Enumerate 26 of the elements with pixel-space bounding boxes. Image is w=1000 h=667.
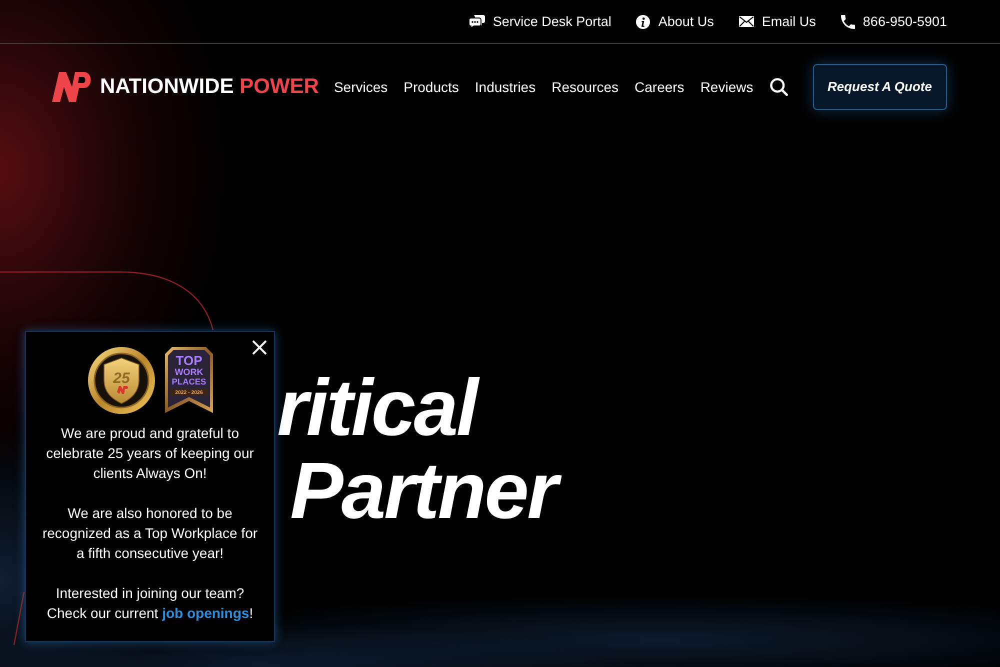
popup-message: We are proud and grateful to celebrate 25 years of keeping our clients Always On!	[45, 424, 255, 483]
top-bar-link[interactable]: Email Us	[738, 14, 816, 29]
nav-link[interactable]: Reviews	[700, 78, 754, 94]
nav-link[interactable]: Services	[334, 78, 388, 94]
nav-link[interactable]: Industries	[474, 78, 536, 94]
curve-line	[13, 592, 25, 646]
close-icon[interactable]	[252, 340, 267, 355]
popup-message: We are also honored to be recognized as a Top Workplace for a fifth consecutive year!	[41, 504, 259, 563]
search-icon[interactable]	[770, 78, 788, 96]
logo-mark-icon	[52, 70, 92, 102]
quote-button[interactable]: Request A Quote	[812, 64, 947, 110]
phone-icon	[840, 14, 855, 28]
popup-message: Interested in joining our team? Check our current job openings!	[46, 584, 254, 623]
chat-bubbles-icon	[468, 15, 485, 28]
headline-text: ritical	[277, 366, 476, 449]
top-bar-link[interactable]: 866-950-5901	[840, 14, 947, 29]
nav-link[interactable]: Products	[404, 78, 459, 94]
nav-link[interactable]: Careers	[634, 78, 684, 94]
anniversary-medal: 25	[88, 347, 154, 414]
envelope-icon	[738, 16, 754, 27]
top-bar-link[interactable]: Service Desk Portal	[468, 14, 612, 29]
info-icon	[636, 14, 650, 28]
nav-link[interactable]: Resources	[552, 78, 619, 94]
logo[interactable]: NATIONWIDE POWER	[52, 70, 319, 102]
top-bar-link[interactable]: About Us	[636, 14, 714, 29]
job-openings-link[interactable]: job openings	[162, 605, 250, 621]
